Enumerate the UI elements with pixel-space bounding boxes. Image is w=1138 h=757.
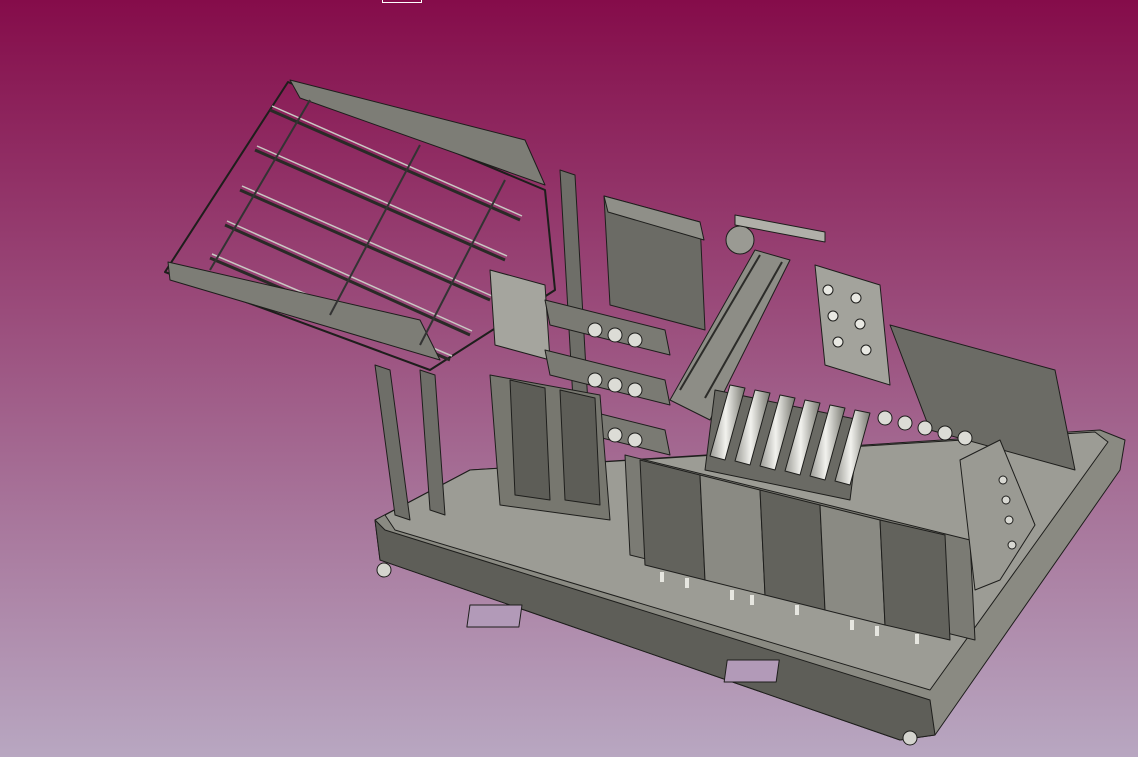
drive-sprocket (725, 225, 755, 255)
mount-plate (489, 269, 551, 361)
lifting-lug (902, 730, 918, 746)
lifting-lug (376, 562, 392, 578)
base-cutout (723, 659, 780, 683)
cad-3d-viewport[interactable] (0, 0, 1138, 757)
base-cutout (466, 604, 523, 628)
guide-fin (509, 379, 551, 501)
guide-fin (559, 389, 601, 506)
viewport-canvas[interactable] (0, 0, 1138, 757)
